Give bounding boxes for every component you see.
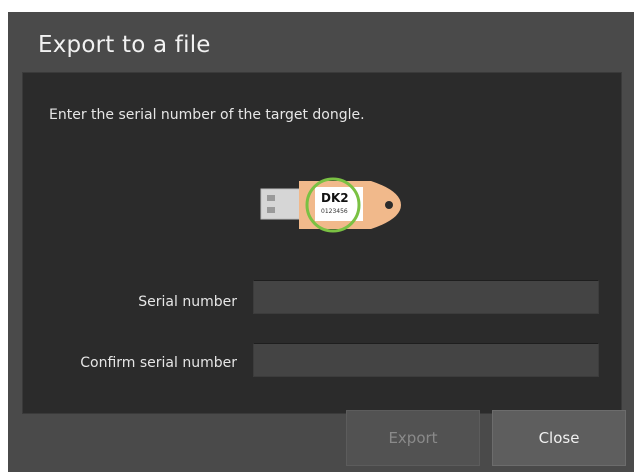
content-panel: Enter the serial number of the target do… [22, 72, 622, 414]
close-button[interactable]: Close [492, 410, 626, 466]
instruction-text: Enter the serial number of the target do… [49, 107, 365, 123]
usb-dongle-illustration: DK2 0123456 [260, 177, 401, 233]
serial-number-label: Serial number [138, 294, 237, 310]
usb-pin [267, 195, 275, 201]
usb-pin [267, 207, 275, 213]
confirm-serial-number-input[interactable] [253, 343, 599, 377]
dongle-model: DK2 [321, 191, 349, 205]
serial-number-input[interactable] [253, 280, 599, 314]
export-dialog: Export to a file Enter the serial number… [8, 12, 634, 472]
export-button[interactable]: Export [346, 410, 480, 466]
dongle-serial: 0123456 [321, 208, 348, 215]
keyring-hole [385, 201, 393, 209]
usb-connector [260, 188, 302, 220]
confirm-serial-number-label: Confirm serial number [80, 355, 237, 371]
dialog-title: Export to a file [38, 32, 211, 58]
